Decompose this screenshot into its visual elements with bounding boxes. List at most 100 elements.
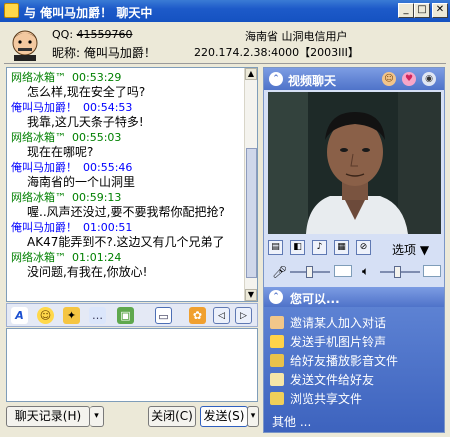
- message-time: 00:55:46: [83, 161, 133, 174]
- scroll-thumb[interactable]: [246, 148, 257, 278]
- sender-name[interactable]: 俺叫马加爵！: [11, 101, 77, 114]
- message-time: 00:59:13: [72, 191, 122, 204]
- message-list: 网络冰箱™ 00:53:29 怎么样,现在安全了吗? 俺叫马加爵！ 00:54:53 我靠…: [7, 68, 245, 301]
- sender-name[interactable]: 网络冰箱™: [11, 251, 66, 264]
- message-sender: 网络冰箱™ 00:55:03: [11, 131, 241, 145]
- minimize-button[interactable]: _: [398, 3, 414, 18]
- sender-name[interactable]: 俺叫马加爵！: [11, 221, 77, 234]
- header-divider: [4, 63, 446, 64]
- chat-history[interactable]: 网络冰箱™ 00:53:29 怎么样,现在安全了吗? 俺叫马加爵！ 00:54:53 我靠…: [6, 67, 258, 302]
- message-text: AK47能弄到不?.这边又有几个兄弟了: [27, 235, 225, 249]
- message-sender: 网络冰箱™ 01:01:24: [11, 251, 241, 265]
- video-chat-header[interactable]: ⌃ 视频聊天 ☺ ♥ ◉: [264, 68, 444, 90]
- message-time: 00:55:03: [72, 131, 122, 144]
- pip-icon[interactable]: ▤: [268, 240, 283, 255]
- chevron-down-icon: ▼: [419, 243, 430, 257]
- message-time: 00:54:53: [83, 101, 133, 114]
- mic-level-meter: [334, 265, 352, 277]
- message-time: 00:53:29: [72, 71, 122, 84]
- stop-video-icon[interactable]: ⊘: [356, 240, 371, 255]
- contact-header: QQ: 41559760 昵称: 俺叫马加爵！ 海南省 山洞电信用户 220.1…: [0, 22, 450, 64]
- speaker-level-meter: [423, 265, 441, 277]
- side-panel: ⌃ 视频聊天 ☺ ♥ ◉ ▤ ◧ ♪ ▦ ⊘ 选项 ▼ 🎤︎ 🔈︎ ⌃ 您可以.…: [263, 67, 445, 433]
- scroll-up-arrow[interactable]: ▲: [245, 68, 257, 80]
- face-icon[interactable]: ☺: [382, 72, 396, 86]
- magic-icon[interactable]: ✦: [63, 307, 80, 324]
- record-icon[interactable]: ▦: [334, 240, 349, 255]
- chat-history-button[interactable]: 聊天记录(H): [6, 406, 90, 427]
- speaker-icon: 🔈︎: [362, 264, 370, 278]
- collapse-actions-icon[interactable]: ⌃: [269, 290, 283, 304]
- message-input[interactable]: [6, 328, 258, 402]
- audio-icon[interactable]: ♪: [312, 240, 327, 255]
- mic-volume-knob[interactable]: [306, 266, 313, 278]
- ip-info: 220.174.2.38:4000【2003III】: [194, 46, 359, 59]
- mic-volume-slider[interactable]: [290, 266, 330, 278]
- screenshot-icon[interactable]: ▭: [155, 307, 172, 324]
- nickname: 俺叫马加爵！: [83, 46, 156, 60]
- history-dropdown-arrow[interactable]: ▾: [90, 406, 104, 427]
- maximize-button[interactable]: □: [414, 3, 430, 18]
- sender-name[interactable]: 网络冰箱™: [11, 191, 66, 204]
- collapse-video-icon[interactable]: ⌃: [269, 72, 283, 86]
- scroll-left-icon[interactable]: ◁: [213, 307, 230, 324]
- actions-list: 邀请某人加入对话 发送手机图片铃声 给好友播放影音文件 发送文件给好友 浏览共享…: [264, 307, 444, 432]
- options-menu[interactable]: 选项 ▼: [392, 241, 429, 258]
- camera-icon[interactable]: ◉: [422, 72, 436, 86]
- video-chat-title: 视频聊天: [288, 74, 337, 88]
- action-media[interactable]: 给好友播放影音文件: [270, 352, 398, 368]
- send-options-arrow[interactable]: ▾: [247, 406, 259, 427]
- scroll-down-arrow[interactable]: ▼: [245, 289, 257, 301]
- speaker-volume-knob[interactable]: [394, 266, 401, 278]
- chat-toolbar: A ☺ ✦ … ▣ ▭ ✿ ◁ ▷: [6, 303, 258, 327]
- qq-app-icon: [4, 3, 19, 18]
- invite-icon: [270, 316, 284, 329]
- message-sender: 网络冰箱™ 00:59:13: [11, 191, 241, 205]
- action-invite-label: 邀请某人加入对话: [290, 316, 387, 330]
- chat-scrollbar[interactable]: ▲ ▼: [244, 68, 257, 301]
- nickname-label: 昵称:: [52, 46, 81, 60]
- location: 海南省 山洞电信用户: [245, 30, 348, 43]
- action-mobile-label: 发送手机图片铃声: [290, 335, 387, 349]
- action-browse-label: 浏览共享文件: [290, 392, 363, 406]
- close-button[interactable]: 关闭(C): [148, 406, 196, 427]
- file-icon: [270, 373, 284, 386]
- font-icon[interactable]: A: [11, 307, 28, 324]
- mobile-icon: [270, 335, 284, 348]
- message-text: 现在在哪呢?: [27, 145, 94, 159]
- sender-name[interactable]: 网络冰箱™: [11, 71, 66, 84]
- speaker-volume-slider[interactable]: [380, 266, 420, 278]
- folder-icon: [270, 392, 284, 405]
- image-icon[interactable]: ▣: [117, 307, 134, 324]
- message-sender: 俺叫马加爵！ 01:00:51: [11, 221, 241, 235]
- qq-label: QQ:: [52, 28, 74, 41]
- plugin-icon[interactable]: ✿: [189, 307, 206, 324]
- video-controls: ▤ ◧ ♪ ▦ ⊘ 选项 ▼: [268, 238, 441, 258]
- other-link[interactable]: 其他 ...: [272, 413, 311, 430]
- contact-avatar[interactable]: [8, 27, 42, 61]
- window-title: 与 俺叫马加爵！ 聊天中: [24, 6, 153, 20]
- sender-name[interactable]: 网络冰箱™: [11, 131, 66, 144]
- message-sender: 俺叫马加爵！ 00:54:53: [11, 101, 241, 115]
- media-icon: [270, 354, 284, 367]
- action-file-label: 发送文件给好友: [290, 373, 375, 387]
- swap-video-icon[interactable]: ◧: [290, 240, 305, 255]
- scroll-right-icon[interactable]: ▷: [235, 307, 252, 324]
- action-invite[interactable]: 邀请某人加入对话: [270, 314, 386, 330]
- action-file[interactable]: 发送文件给好友: [270, 371, 374, 387]
- action-browse[interactable]: 浏览共享文件: [270, 390, 362, 406]
- send-label: 发送(S): [203, 409, 245, 423]
- close-label: 关闭(C): [151, 409, 193, 423]
- message-sender: 俺叫马加爵！ 00:55:46: [11, 161, 241, 175]
- action-mobile[interactable]: 发送手机图片铃声: [270, 333, 386, 349]
- sender-name[interactable]: 俺叫马加爵！: [11, 161, 77, 174]
- send-button[interactable]: 发送(S): [200, 406, 248, 427]
- emoticon-icon[interactable]: ☺: [37, 307, 54, 324]
- video-feed: [268, 92, 441, 234]
- bubble-icon[interactable]: …: [89, 307, 106, 324]
- volume-controls: 🎤︎ 🔈︎: [268, 263, 441, 281]
- heart-icon[interactable]: ♥: [402, 72, 416, 86]
- message-text: 喔..风声还没过,要不要我帮你配把抢?: [27, 205, 225, 219]
- actions-header[interactable]: ⌃ 您可以...: [264, 287, 444, 307]
- close-window-button[interactable]: ✕: [432, 3, 448, 18]
